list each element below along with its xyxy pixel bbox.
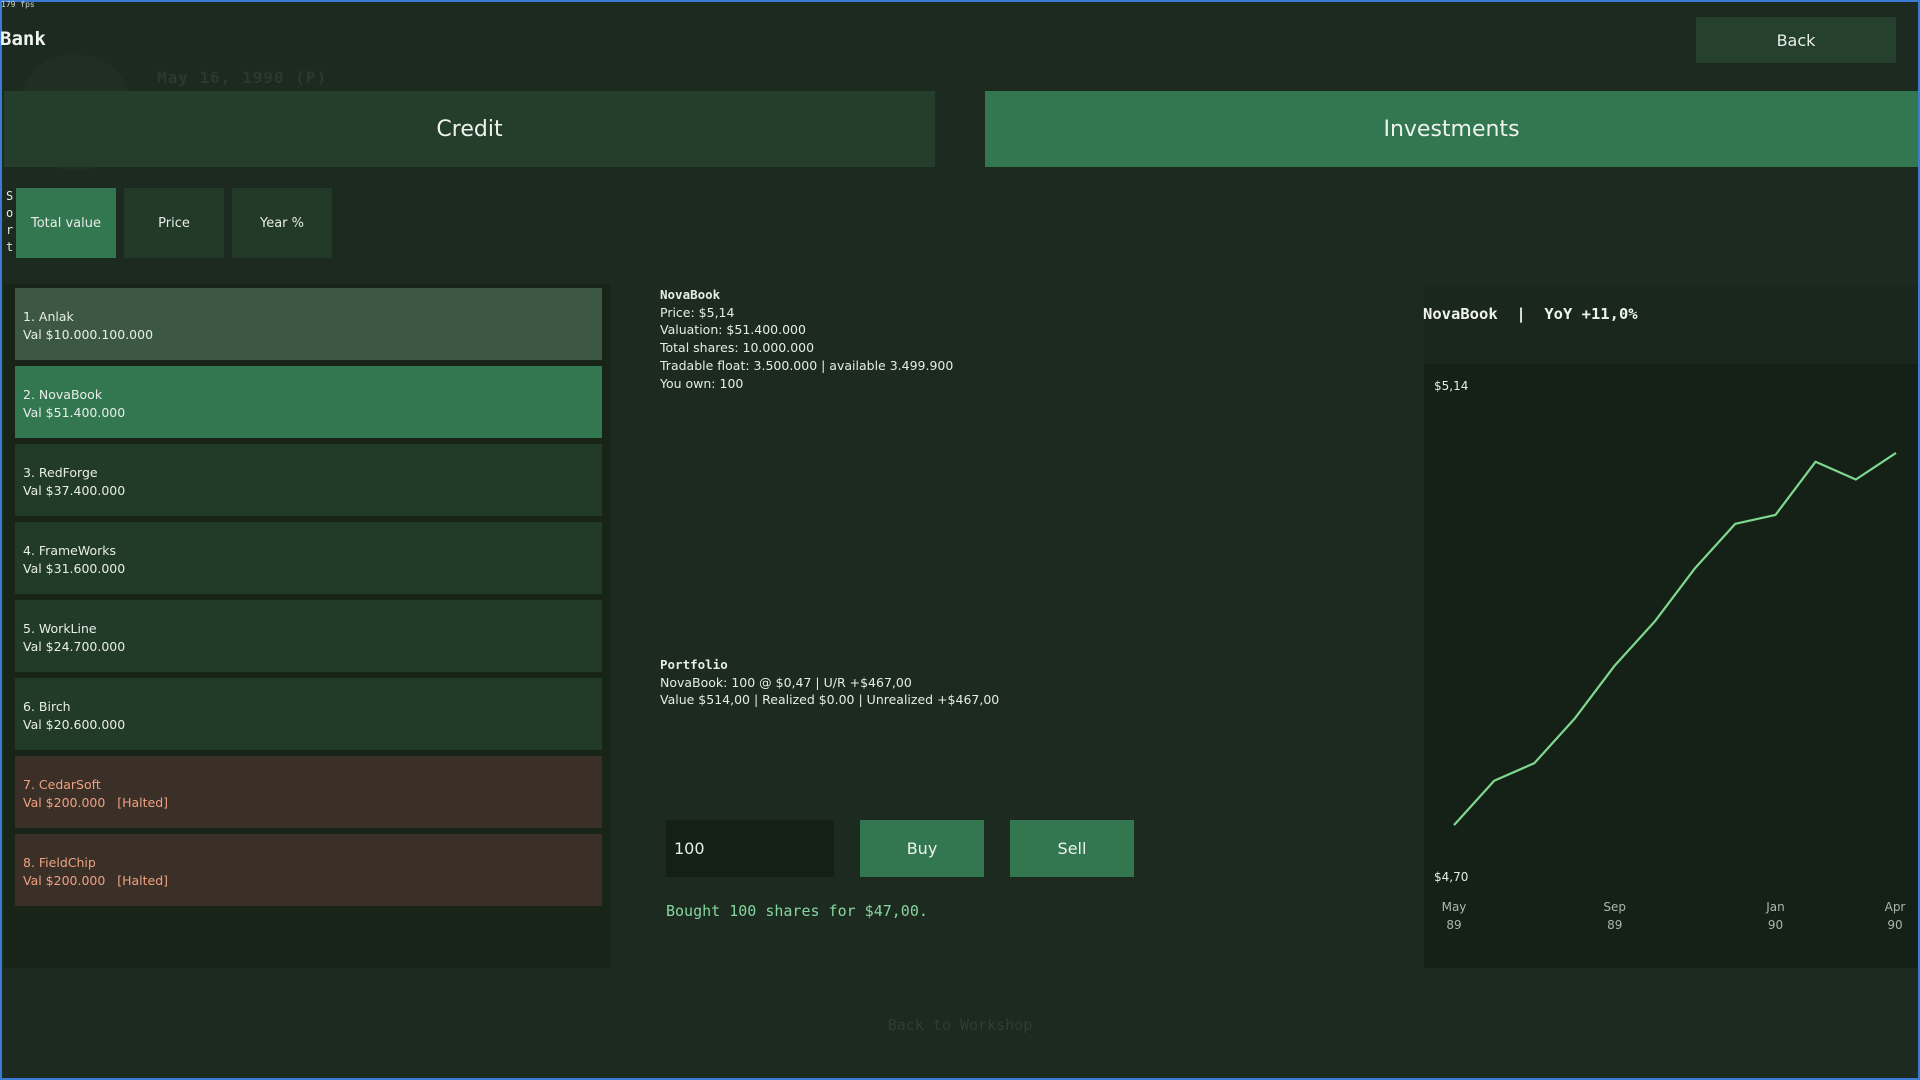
sell-button[interactable]: Sell <box>1010 820 1134 877</box>
company-name: 7. CedarSoft <box>23 777 101 792</box>
x-tick-label: 90 <box>1768 918 1783 932</box>
company-list: 1. Anlak Val $10.000.100.000 2. NovaBook… <box>4 284 610 968</box>
stock-detail: NovaBook Price: $5,14 Valuation: $51.400… <box>660 286 953 392</box>
x-tick-label: May <box>1442 900 1467 914</box>
list-item-company[interactable]: 7. CedarSoft Val $200.000 [Halted] <box>15 756 602 828</box>
company-value: Val $10.000.100.000 <box>23 327 154 342</box>
company-name: 3. RedForge <box>23 465 98 480</box>
company-value: Val $31.600.000 <box>23 561 126 576</box>
company-name: 1. Anlak <box>23 309 74 324</box>
list-item-company[interactable]: 6. Birch Val $20.600.000 <box>15 678 602 750</box>
stock-total-shares: Total shares: 10.000.000 <box>660 340 815 356</box>
tab-credit[interactable]: Credit <box>4 91 935 167</box>
y-max-label: $5,14 <box>1434 379 1468 393</box>
stock-valuation: Valuation: $51.400.000 <box>660 322 806 338</box>
list-item-company[interactable]: 3. RedForge Val $37.400.000 <box>15 444 602 516</box>
stock-owned: You own: 100 <box>660 375 744 391</box>
list-item-company[interactable]: 5. WorkLine Val $24.700.000 <box>15 600 602 672</box>
list-item-company[interactable]: 1. Anlak Val $10.000.100.000 <box>15 288 602 360</box>
sort-year-button[interactable]: Year % <box>232 188 332 258</box>
background-date: May 16, 1990 (P) <box>157 68 328 87</box>
company-value: Val $20.600.000 <box>23 717 126 732</box>
portfolio-summary: Portfolio NovaBook: 100 @ $0,47 | U/R +$… <box>660 656 999 709</box>
company-name: 4. FrameWorks <box>23 543 117 558</box>
trade-status: Bought 100 shares for $47,00. <box>666 902 928 920</box>
stock-price: Price: $5,14 <box>660 304 735 320</box>
company-name: 5. WorkLine <box>23 621 97 636</box>
x-tick-label: 90 <box>1887 918 1902 932</box>
chart-plot-area <box>1424 364 1918 968</box>
x-tick-label: Jan <box>1765 900 1785 914</box>
list-item-company[interactable]: 2. NovaBook Val $51.400.000 <box>15 366 602 438</box>
x-tick-label: Apr <box>1885 900 1906 914</box>
portfolio-line: NovaBook: 100 @ $0,47 | U/R +$467,00 <box>660 674 912 690</box>
sort-price-button[interactable]: Price <box>124 188 224 258</box>
x-tick-label: Sep <box>1603 900 1626 914</box>
tab-investments[interactable]: Investments <box>985 91 1918 167</box>
sort-total-value-button[interactable]: Total value <box>16 188 116 258</box>
sort-label: Sort <box>6 189 14 254</box>
company-name: 2. NovaBook <box>23 387 103 402</box>
page-title: Bank <box>0 28 46 50</box>
chart-title: NovaBook | YoY +11,0% <box>1423 305 1638 323</box>
company-value: Val $51.400.000 <box>23 405 126 420</box>
list-item-company[interactable]: 4. FrameWorks Val $31.600.000 <box>15 522 602 594</box>
price-chart: $5,14 $4,70 May 89 Sep 89 Jan 90 Apr 90 <box>1424 364 1918 968</box>
company-value: Val $200.000 [Halted] <box>23 873 169 888</box>
company-value: Val $24.700.000 <box>23 639 126 654</box>
back-to-workshop-link[interactable]: Back to Workshop <box>0 1016 1920 1034</box>
list-item-company[interactable]: 8. FieldChip Val $200.000 [Halted] <box>15 834 602 906</box>
company-name: 6. Birch <box>23 699 71 714</box>
portfolio-line: Value $514,00 | Realized $0.00 | Unreali… <box>660 692 1000 708</box>
stock-name: NovaBook <box>660 287 721 302</box>
fps-counter: 179 fps <box>1 0 35 9</box>
stock-float: Tradable float: 3.500.000 | available 3.… <box>660 357 954 373</box>
portfolio-header: Portfolio <box>660 657 728 672</box>
company-value: Val $37.400.000 <box>23 483 126 498</box>
x-tick-label: 89 <box>1607 918 1622 932</box>
y-min-label: $4,70 <box>1434 870 1468 884</box>
quantity-input[interactable] <box>666 820 834 877</box>
buy-button[interactable]: Buy <box>860 820 984 877</box>
company-name: 8. FieldChip <box>23 855 96 870</box>
back-button[interactable]: Back <box>1696 17 1896 63</box>
x-tick-label: 89 <box>1446 918 1461 932</box>
company-value: Val $200.000 [Halted] <box>23 795 169 810</box>
